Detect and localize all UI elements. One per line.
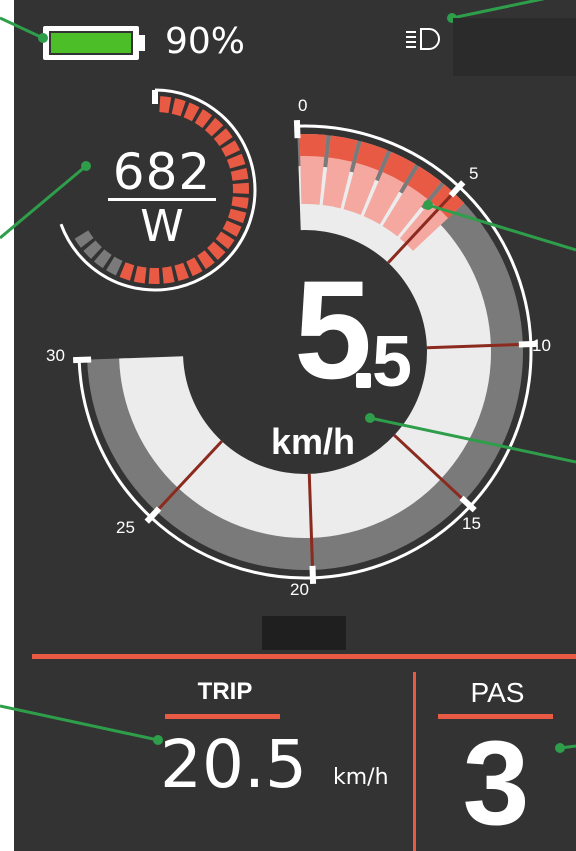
power-segment xyxy=(227,208,247,224)
pas-level-value: 3 xyxy=(462,716,530,850)
callout-line-trip xyxy=(0,704,159,742)
callout-dot-battery xyxy=(38,33,48,43)
power-segment xyxy=(230,167,249,181)
battery-tip xyxy=(139,35,145,51)
speed-tick-10: 10 xyxy=(532,336,551,355)
callout-dot-speed-arc xyxy=(423,200,433,210)
callout-line-power xyxy=(0,164,87,240)
power-segment xyxy=(226,153,246,169)
power-value: 682 xyxy=(112,143,212,201)
speed-decimal-point xyxy=(356,373,371,388)
headlight-icon xyxy=(406,28,440,50)
speed-tick-5: 5 xyxy=(469,164,479,183)
power-segment xyxy=(133,265,147,284)
section-divider xyxy=(32,654,576,659)
power-segment xyxy=(171,98,186,117)
battery-icon xyxy=(43,26,145,60)
speed-active-bar-tip xyxy=(328,135,358,162)
power-segment xyxy=(232,182,249,194)
power-segment xyxy=(231,196,249,209)
battery-percent: 90% xyxy=(165,21,246,62)
power-unit: W xyxy=(140,201,184,252)
trip-label-underline xyxy=(165,714,280,719)
power-ring-start-cap xyxy=(152,90,158,104)
speed-tick-25: 25 xyxy=(116,518,135,537)
power-segment xyxy=(159,96,172,114)
callout-dot-pas xyxy=(555,743,565,753)
speed-tick-mark xyxy=(309,565,317,584)
power-segment xyxy=(119,262,135,281)
speed-value-integer: 5 xyxy=(294,251,372,408)
speed-active-bar-tip xyxy=(299,134,327,157)
speed-tick-0: 0 xyxy=(298,96,308,115)
speed-tick-15: 15 xyxy=(462,514,481,533)
power-segment xyxy=(183,102,200,122)
vertical-divider xyxy=(413,672,416,851)
trip-value: 20.5 xyxy=(160,726,307,803)
speed-tick-mark xyxy=(293,120,301,139)
power-segment xyxy=(148,267,160,284)
trip-unit: km/h xyxy=(333,765,389,790)
callout-line-headlight xyxy=(451,0,546,20)
speed-tick-mark xyxy=(73,356,92,364)
trip-label: TRIP xyxy=(197,678,253,705)
battery-fill xyxy=(51,33,131,53)
callout-dot-power xyxy=(81,161,91,171)
speed-tick-20: 20 xyxy=(290,580,309,599)
redaction-block-center xyxy=(262,616,346,650)
power-segment xyxy=(162,266,175,284)
redaction-block xyxy=(453,18,576,76)
power-segment xyxy=(186,257,203,277)
callout-line-battery xyxy=(0,16,44,40)
pas-label: PAS xyxy=(470,677,525,708)
speed-value-decimal: 5 xyxy=(372,322,413,402)
speed-tick-30: 30 xyxy=(46,346,65,365)
speed-unit: km/h xyxy=(270,421,356,462)
power-segment xyxy=(174,262,189,282)
